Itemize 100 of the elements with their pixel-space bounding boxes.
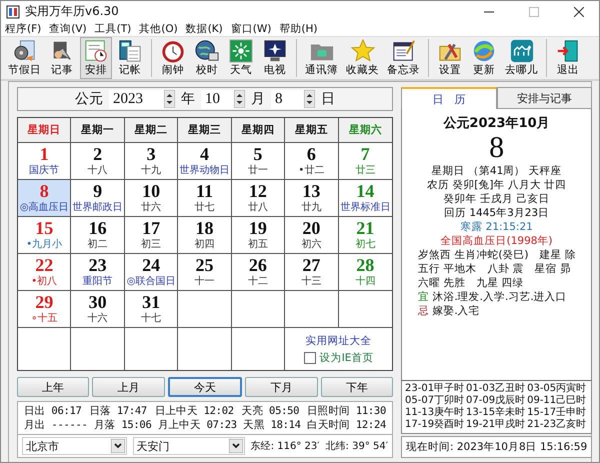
close-icon bbox=[574, 6, 584, 16]
toolbar-button[interactable]: 收藏夹 bbox=[343, 37, 382, 79]
panel-tab[interactable]: 安排与记事 bbox=[496, 87, 592, 109]
day-cell[interactable]: 11 廿七 bbox=[178, 180, 232, 217]
day-cell[interactable]: 12 廿八 bbox=[232, 180, 286, 217]
toolbar-button[interactable]: 闹钟 bbox=[157, 37, 189, 79]
menu-item[interactable]: 查询(V) bbox=[49, 22, 87, 36]
day-note: 廿八 bbox=[248, 201, 268, 214]
toolbar-button[interactable]: 去哪儿 bbox=[502, 37, 541, 79]
toolbar-button[interactable]: 记帐 bbox=[114, 37, 146, 79]
festival-line: 全国高血压日(1998年) bbox=[440, 234, 553, 248]
day-cell[interactable]: 30 十六 bbox=[71, 291, 125, 328]
day-cell[interactable]: 25 十一 bbox=[178, 254, 232, 291]
sun-moon-reading: 日落 17:47 bbox=[89, 404, 147, 418]
toolbar-button[interactable]: 电视 bbox=[259, 37, 291, 79]
toolbar-button[interactable]: 更新 bbox=[468, 37, 500, 79]
toolbar-button[interactable]: 设置 bbox=[434, 37, 466, 79]
toolbar-button[interactable]: 校时 bbox=[191, 37, 223, 79]
toolbar-button[interactable]: 记事 bbox=[46, 37, 78, 79]
nav-button[interactable]: 下年 bbox=[320, 377, 394, 397]
day-note: 十一 bbox=[194, 275, 214, 288]
day-cell[interactable]: 15 •九月小 bbox=[18, 217, 72, 254]
day-cell[interactable]: 18 初四 bbox=[178, 217, 232, 254]
nav-button[interactable]: 上年 bbox=[17, 377, 90, 397]
calendar-app-icon bbox=[6, 4, 20, 18]
day-number: 14 bbox=[356, 182, 374, 201]
menu-item[interactable]: 程序(F) bbox=[5, 22, 42, 36]
menu-item[interactable]: 窗口(W) bbox=[230, 22, 272, 36]
day-cell[interactable]: 10 廿六 bbox=[124, 180, 178, 217]
day-number: 30 bbox=[88, 293, 107, 312]
day-note: 十六 bbox=[88, 312, 108, 325]
year-spinbox[interactable]: 2023 bbox=[109, 90, 175, 108]
month-spinbox[interactable]: 10 bbox=[201, 90, 245, 108]
hour-period: 03-05丙寅时 bbox=[527, 383, 588, 394]
day-cell[interactable]: 17 初三 bbox=[124, 217, 178, 254]
day-note: •九月小 bbox=[26, 238, 62, 251]
day-note: •廿二 bbox=[298, 164, 324, 177]
sun-moon-reading: 月上中天 07:23 bbox=[158, 418, 237, 432]
day-note: 廿六 bbox=[141, 201, 162, 214]
nav-button[interactable]: 今天 bbox=[168, 377, 242, 397]
nav-button[interactable]: 上月 bbox=[92, 377, 165, 397]
day-cell[interactable]: 1 国庆节 bbox=[18, 143, 72, 180]
weekday-header: 星期六 bbox=[338, 118, 392, 143]
toolbar-button[interactable]: 通讯簿 bbox=[302, 37, 341, 79]
spin-arrows-icon bbox=[234, 90, 245, 108]
day-cell[interactable]: 22 •初八 bbox=[18, 254, 72, 291]
nav-button[interactable]: 下月 bbox=[245, 377, 318, 397]
hour-period: 01-03乙丑时 bbox=[466, 383, 526, 394]
day-cell[interactable]: 3 十九 bbox=[124, 143, 178, 180]
menu-item[interactable]: 帮助(H) bbox=[279, 22, 318, 36]
day-note: ◎高血压日 bbox=[20, 201, 69, 214]
day-cell[interactable]: 28 十四 bbox=[338, 254, 392, 291]
day-note: 廿一 bbox=[248, 164, 268, 177]
place-dropdown[interactable]: 天安门 bbox=[132, 437, 245, 455]
day-cell[interactable]: 13 廿九 bbox=[285, 180, 339, 217]
day-number: 8 bbox=[40, 182, 49, 201]
day-number: 12 bbox=[248, 182, 267, 201]
day-cell[interactable]: 24 ◎联合国日 bbox=[124, 254, 178, 291]
date-info-line: 回历 1445年3月23日 bbox=[444, 206, 550, 220]
menu-item[interactable]: 其他(O) bbox=[139, 22, 178, 36]
day-cell[interactable]: 14 世界标准日 bbox=[338, 180, 392, 217]
hour-period: 13-15辛未时 bbox=[466, 407, 526, 418]
toolbar-button[interactable]: 安排 bbox=[80, 37, 112, 79]
day-cell[interactable]: 16 初二 bbox=[71, 217, 125, 254]
day-cell[interactable]: 7 廿三 bbox=[338, 143, 392, 180]
day-number: 22 bbox=[35, 256, 54, 275]
day-spinbox[interactable]: 8 bbox=[271, 90, 315, 108]
sun-moon-reading: 天亮 05:50 bbox=[242, 404, 300, 418]
city-dropdown[interactable]: 北京市 bbox=[22, 437, 127, 455]
day-cell[interactable]: 6 •廿二 bbox=[285, 143, 339, 180]
day-cell[interactable]: 8 ◎高血压日 bbox=[18, 180, 72, 217]
day-cell[interactable]: 27 十三 bbox=[285, 254, 339, 291]
day-cell[interactable]: 23 重阳节 bbox=[71, 254, 125, 291]
day-cell[interactable]: 9 世界邮政日 bbox=[71, 180, 125, 217]
day-cell[interactable]: 29 ∘十五 bbox=[18, 291, 72, 328]
toolbar-button[interactable]: 节假日 bbox=[5, 37, 44, 79]
spin-arrows-icon bbox=[164, 90, 175, 108]
panel-tab[interactable]: 日 历 bbox=[401, 87, 497, 109]
day-number: 20 bbox=[302, 219, 320, 238]
day-cell[interactable]: 20 初六 bbox=[285, 217, 339, 254]
day-cell[interactable]: 4 世界动物日 bbox=[178, 143, 232, 180]
toolbar-button[interactable]: 备忘录 bbox=[384, 37, 423, 79]
day-number: 3 bbox=[146, 145, 156, 164]
day-number: 25 bbox=[195, 256, 214, 275]
sites-link[interactable]: 实用网址大全 bbox=[306, 334, 372, 348]
day-cell[interactable]: 2 十八 bbox=[71, 143, 125, 180]
toolbar-button[interactable]: 退出 bbox=[552, 37, 584, 79]
toolbar-button[interactable]: 天气 bbox=[225, 37, 257, 79]
day-cell[interactable]: 5 廿一 bbox=[232, 143, 286, 180]
weekday-header: 星期五 bbox=[285, 118, 339, 143]
menu-item[interactable]: 数据(K) bbox=[186, 22, 223, 36]
day-number: 1 bbox=[40, 145, 49, 164]
day-cell[interactable]: 19 初五 bbox=[232, 217, 286, 254]
big-day-number: 8 bbox=[489, 132, 504, 164]
homepage-checkbox[interactable]: 设为IE首页 bbox=[304, 350, 374, 364]
day-cell[interactable]: 31 十七 bbox=[124, 291, 178, 328]
day-cell[interactable]: 26 十二 bbox=[232, 254, 286, 291]
menu-item[interactable]: 工具(T) bbox=[94, 22, 132, 36]
day-cell[interactable]: 21 初七 bbox=[338, 217, 392, 254]
checklist-clock-icon bbox=[83, 39, 109, 63]
